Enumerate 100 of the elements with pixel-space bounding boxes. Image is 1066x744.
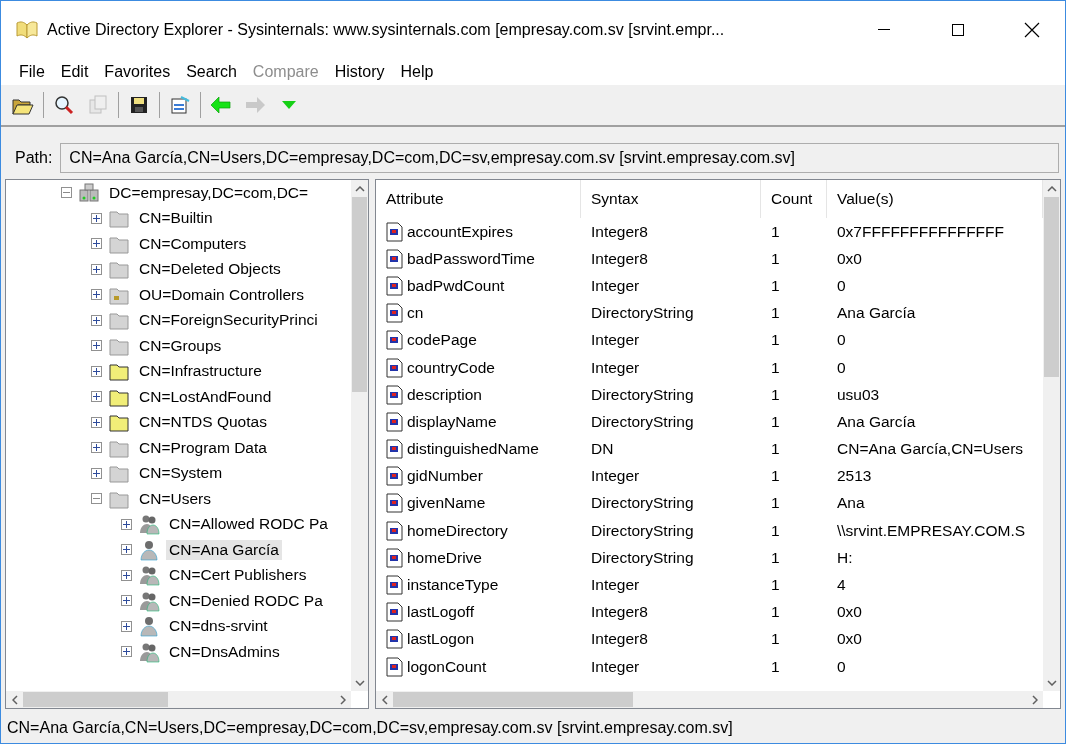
menu-item[interactable]: Search <box>178 63 245 81</box>
table-cell-text: 1 <box>770 249 781 268</box>
plus-icon <box>92 443 101 453</box>
expand-button[interactable] <box>121 595 132 607</box>
plus-icon <box>92 366 101 376</box>
tree-item[interactable]: CN=Users <box>136 488 214 509</box>
status-text: CN=Ana García,CN=Users,DC=empresay,DC=com,DC=sv,empresay.com.sv [srvint.empresay.com.sv] <box>7 719 733 737</box>
table-cell-text: DN <box>590 440 615 459</box>
table-cell-text: Ana García <box>836 304 917 323</box>
tree-item[interactable]: DC=empresay,DC=com,DC= <box>106 182 312 203</box>
collapse-button[interactable] <box>61 187 72 199</box>
column-header[interactable]: Count <box>761 180 827 218</box>
path-label: Path: <box>15 149 53 167</box>
table-cell-text: DirectoryString <box>590 385 695 404</box>
plus-icon <box>122 596 131 606</box>
table-cell-text: Integer8 <box>590 222 649 241</box>
tree-item[interactable]: CN=Groups <box>136 335 225 356</box>
properties-icon <box>169 94 191 116</box>
table-cell-text: DirectoryString <box>590 548 695 567</box>
tree-item[interactable]: CN=DnsAdmins <box>166 641 283 662</box>
table-cell: logonCount <box>376 656 581 677</box>
tree-item[interactable]: CN=Allowed RODC Pa <box>166 514 331 535</box>
plus-icon <box>92 468 101 478</box>
expand-button[interactable] <box>91 467 102 479</box>
table-cell-text: 1 <box>770 385 781 404</box>
table-cell-text: CN=Ana García,CN=Users <box>836 440 1025 459</box>
expand-button[interactable] <box>91 365 102 377</box>
table-cell-text: 1 <box>770 358 781 377</box>
tree-item[interactable]: CN=LostAndFound <box>136 386 275 407</box>
tree-item[interactable]: CN=NTDS Quotas <box>136 412 270 433</box>
expand-button[interactable] <box>121 646 132 658</box>
expand-button[interactable] <box>121 569 132 581</box>
horizontal-scrollbar[interactable] <box>376 691 1043 708</box>
table-cell-text: 4 <box>836 576 847 595</box>
expand-button[interactable] <box>121 544 132 556</box>
table-cell: cn <box>376 303 581 324</box>
close-icon <box>1024 22 1040 38</box>
plus-icon <box>122 545 131 555</box>
expand-button[interactable] <box>91 416 102 428</box>
attribute-icon <box>386 656 404 677</box>
tree-item[interactable]: CN=dns-srvint <box>166 616 271 637</box>
plus-icon <box>92 341 101 351</box>
menu-item[interactable]: File <box>11 63 53 81</box>
table-cell-text: 2513 <box>836 467 873 486</box>
expand-button[interactable] <box>91 289 102 301</box>
tree-item[interactable]: CN=Cert Publishers <box>166 565 310 586</box>
vertical-scrollbar[interactable] <box>351 180 368 691</box>
maximize-icon <box>952 24 964 36</box>
tree-item[interactable]: OU=Domain Controllers <box>136 284 307 305</box>
expand-button[interactable] <box>91 442 102 454</box>
table-cell-text: Integer <box>590 358 641 377</box>
expand-button[interactable] <box>91 263 102 275</box>
expand-button[interactable] <box>91 391 102 403</box>
path-field[interactable]: CN=Ana García,CN=Users,DC=empresay,DC=com,DC=sv,empresay.com.sv [srvint.empresay.com.sv] <box>60 143 1059 173</box>
tree-item[interactable]: CN=ForeignSecurityPrinci <box>136 310 321 331</box>
tree-item[interactable]: CN=System <box>136 463 226 484</box>
table-cell: distinguishedName <box>376 439 581 460</box>
table-cell-text: Integer8 <box>590 630 649 649</box>
plus-icon <box>122 519 131 529</box>
tree-item[interactable]: CN=Computers <box>136 233 250 254</box>
table-cell-text: 0x0 <box>836 249 863 268</box>
expand-button[interactable] <box>91 212 102 224</box>
expand-button[interactable] <box>91 340 102 352</box>
tree-item[interactable]: CN=Deleted Objects <box>136 259 284 280</box>
expand-button[interactable] <box>121 518 132 530</box>
forward-arrow-icon <box>244 94 266 116</box>
table-cell-text: Integer <box>590 331 641 350</box>
table-cell-text: 1 <box>770 412 781 431</box>
menu-item[interactable]: Help <box>392 63 442 81</box>
column-header[interactable]: Syntax <box>581 180 761 218</box>
attribute-icon <box>386 575 404 596</box>
plus-icon <box>92 264 101 274</box>
group-icon <box>138 513 160 536</box>
tree-item[interactable]: CN=Ana García <box>166 539 282 560</box>
horizontal-scrollbar[interactable] <box>6 691 351 708</box>
menu-item[interactable]: Favorites <box>96 63 179 81</box>
table-cell: displayName <box>376 411 581 432</box>
table-cell-text: 1 <box>770 467 781 486</box>
collapse-button[interactable] <box>91 493 102 505</box>
menu-item[interactable]: Edit <box>52 63 97 81</box>
expand-button[interactable] <box>91 238 102 250</box>
column-header[interactable]: Attribute <box>376 180 581 218</box>
expand-button[interactable] <box>91 314 102 326</box>
table-cell-text: Integer <box>590 467 641 486</box>
tree-item[interactable]: CN=Builtin <box>136 208 216 229</box>
vertical-scrollbar[interactable] <box>1043 180 1060 691</box>
table-cell: givenName <box>376 493 581 514</box>
tree-item[interactable]: CN=Denied RODC Pa <box>166 590 326 611</box>
table-cell-text: DirectoryString <box>590 304 695 323</box>
attribute-icon <box>386 602 404 623</box>
dropdown-icon <box>282 101 296 109</box>
tree-item[interactable]: CN=Program Data <box>136 437 270 458</box>
tree-item[interactable]: CN=Infrastructure <box>136 361 265 382</box>
user-icon <box>138 615 160 638</box>
domain-icon <box>78 181 100 204</box>
expand-button[interactable] <box>121 620 132 632</box>
attribute-icon <box>386 520 404 541</box>
table-cell-text: Integer8 <box>590 249 649 268</box>
menu-item[interactable]: History <box>326 63 393 81</box>
table-cell-text: 0x0 <box>836 603 863 622</box>
